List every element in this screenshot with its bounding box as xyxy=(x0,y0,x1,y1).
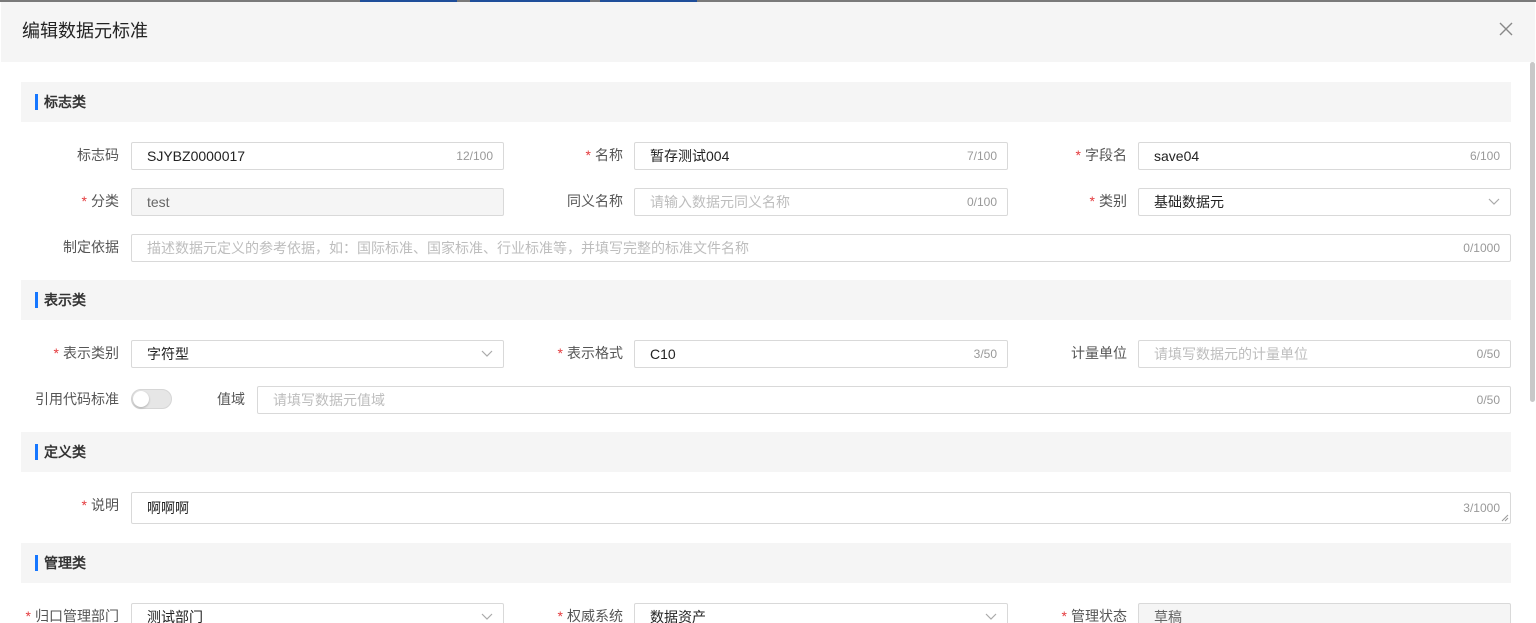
label-field-name: * 字段名 xyxy=(1075,147,1127,163)
section-identify: 标志类 xyxy=(21,82,1511,122)
dialog-header: 编辑数据元标准 xyxy=(1,2,1535,62)
close-button[interactable] xyxy=(1497,20,1515,38)
authority-select[interactable]: 数据资产 xyxy=(634,603,1008,623)
section-define: 定义类 xyxy=(21,432,1511,472)
dept-select[interactable]: 测试部门 xyxy=(131,603,504,623)
status-input: 草稿 xyxy=(1138,603,1511,623)
label-description: * 说明 xyxy=(81,497,119,513)
section-title: 定义类 xyxy=(44,444,86,460)
label-ref-code: 引用代码标准 xyxy=(35,391,119,407)
synonym-input[interactable]: 请输入数据元同义名称 0/100 xyxy=(634,188,1008,216)
section-title: 管理类 xyxy=(44,555,86,571)
chevron-down-icon xyxy=(985,613,997,620)
label-value-domain: 值域 xyxy=(217,391,245,407)
description-textarea[interactable]: 啊啊啊 3/1000 xyxy=(131,492,1511,524)
category-input: test xyxy=(131,188,504,216)
dialog-title: 编辑数据元标准 xyxy=(22,21,148,41)
value-domain-input[interactable]: 请填写数据元值域 0/50 xyxy=(257,386,1511,414)
code-input[interactable]: SJYBZ0000017 12/100 xyxy=(131,142,504,170)
close-icon xyxy=(1499,22,1513,36)
name-input[interactable]: 暂存测试004 7/100 xyxy=(634,142,1008,170)
chevron-down-icon xyxy=(481,350,493,357)
section-accent-bar xyxy=(35,292,38,308)
field-name-input[interactable]: save04 6/100 xyxy=(1138,142,1511,170)
chevron-down-icon xyxy=(1488,198,1500,205)
label-rep-type: * 表示类别 xyxy=(53,345,119,361)
section-accent-bar xyxy=(35,94,38,110)
label-name: * 名称 xyxy=(585,147,623,163)
chevron-down-icon xyxy=(481,613,493,620)
label-type: * 类别 xyxy=(1089,193,1127,209)
type-select[interactable]: 基础数据元 xyxy=(1138,188,1511,216)
section-represent: 表示类 xyxy=(21,280,1511,320)
rep-type-select[interactable]: 字符型 xyxy=(131,340,504,368)
scrollbar-thumb[interactable] xyxy=(1530,62,1535,402)
toggle-knob xyxy=(133,391,149,407)
label-dept: * 归口管理部门 xyxy=(25,608,119,623)
label-status: * 管理状态 xyxy=(1061,608,1127,623)
rep-format-input[interactable]: C10 3/50 xyxy=(634,340,1008,368)
resize-handle-icon[interactable] xyxy=(1501,514,1509,522)
section-title: 表示类 xyxy=(44,292,86,308)
label-code: 标志码 xyxy=(77,147,119,163)
section-title: 标志类 xyxy=(44,94,86,110)
ref-code-toggle[interactable] xyxy=(131,389,172,409)
label-synonym: 同义名称 xyxy=(567,193,623,209)
section-accent-bar xyxy=(35,555,38,571)
section-manage: 管理类 xyxy=(21,543,1511,583)
label-unit: 计量单位 xyxy=(1071,345,1127,361)
edit-data-element-dialog: 编辑数据元标准 标志类 标志码 SJYBZ0000017 12/100 * 名称 … xyxy=(1,2,1535,623)
basis-input[interactable]: 描述数据元定义的参考依据，如：国际标准、国家标准、行业标准等，并填写完整的标准文… xyxy=(131,234,1511,262)
label-authority: * 权威系统 xyxy=(557,608,623,623)
unit-input[interactable]: 请填写数据元的计量单位 0/50 xyxy=(1138,340,1511,368)
label-category: * 分类 xyxy=(81,193,119,209)
section-accent-bar xyxy=(35,444,38,460)
label-basis: 制定依据 xyxy=(63,239,119,255)
label-rep-format: * 表示格式 xyxy=(557,345,623,361)
